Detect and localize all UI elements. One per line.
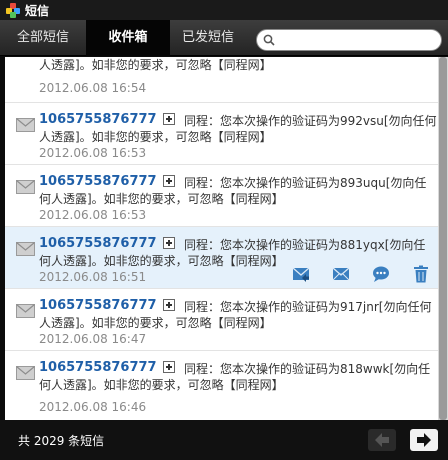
message-sender[interactable]: 1065755876777 (39, 112, 157, 127)
envelope-icon (16, 242, 35, 256)
message-time: 2012.06.08 16:53 (39, 208, 147, 222)
plus-icon[interactable] (163, 175, 175, 187)
message-item[interactable]: 同程：您本次操作的验证码为917jnr[勿向任何人透露]。如非您的要求，可忽略【… (5, 289, 438, 351)
arrow-left-icon (375, 433, 389, 447)
scrollbar-thumb[interactable] (439, 57, 447, 420)
window-title: 短信 (25, 3, 50, 18)
message-item-selected[interactable]: 同程：您本次操作的验证码为881yqx[勿向任何人透露]。如非您的要求，可忽略【… (5, 227, 438, 289)
title-bar: 短信 (0, 0, 448, 20)
trash-icon[interactable] (412, 265, 430, 283)
tab-sent-messages[interactable]: 已发短信 (170, 20, 246, 56)
message-item[interactable]: 同程：您本次操作的验证码为818wwk[勿向任何人透露]。如非您的要求，可忽略【… (5, 351, 438, 420)
envelope-icon (16, 118, 35, 132)
message-time: 2012.06.08 16:54 (39, 81, 147, 95)
message-sender[interactable]: 1065755876777 (39, 236, 157, 251)
search-icon (263, 34, 275, 46)
envelope-icon (16, 180, 35, 194)
scrollbar[interactable] (438, 57, 448, 420)
message-sender[interactable]: 1065755876777 (39, 298, 157, 313)
message-item[interactable]: 同程：您本次操作的验证码为893uqu[勿向任何人透露]。如非您的要求，可忽略【… (5, 165, 438, 227)
reply-icon[interactable] (292, 265, 310, 283)
plus-icon[interactable] (163, 237, 175, 249)
message-time: 2012.06.08 16:46 (39, 400, 147, 414)
envelope-icon (16, 304, 35, 318)
footer-bar: 共 2029 条短信 (0, 420, 448, 460)
message-item[interactable]: 人透露]。如非您的要求，可忽略【同程网】 2012.06.08 16:54 (5, 57, 438, 103)
app-logo-icon (6, 3, 20, 18)
message-time: 2012.06.08 16:51 (39, 270, 147, 284)
plus-icon[interactable] (163, 361, 175, 373)
chat-icon[interactable] (372, 265, 390, 283)
message-item[interactable]: 同程：您本次操作的验证码为992vsu[勿向任何人透露]。如非您的要求，可忽略【… (5, 103, 438, 165)
message-time: 2012.06.08 16:47 (39, 332, 147, 346)
plus-icon[interactable] (163, 113, 175, 125)
arrow-right-icon (417, 433, 431, 447)
message-body: 人透露]。如非您的要求，可忽略【同程网】 (39, 58, 272, 72)
tab-all-messages[interactable]: 全部短信 (0, 20, 86, 56)
previous-page-button[interactable] (368, 429, 396, 451)
message-sender[interactable]: 1065755876777 (39, 174, 157, 189)
search-input[interactable] (279, 32, 434, 48)
envelope-icon (16, 366, 35, 380)
plus-icon[interactable] (163, 299, 175, 311)
search-box[interactable] (256, 29, 442, 51)
message-actions (292, 265, 432, 283)
tab-inbox[interactable]: 收件箱 (86, 20, 170, 56)
message-time: 2012.06.08 16:53 (39, 146, 147, 160)
next-page-button[interactable] (410, 429, 438, 451)
message-count: 共 2029 条短信 (18, 434, 105, 448)
forward-icon[interactable] (332, 265, 350, 283)
message-list[interactable]: 人透露]。如非您的要求，可忽略【同程网】 2012.06.08 16:54 同程… (5, 57, 438, 420)
message-sender[interactable]: 1065755876777 (39, 360, 157, 375)
